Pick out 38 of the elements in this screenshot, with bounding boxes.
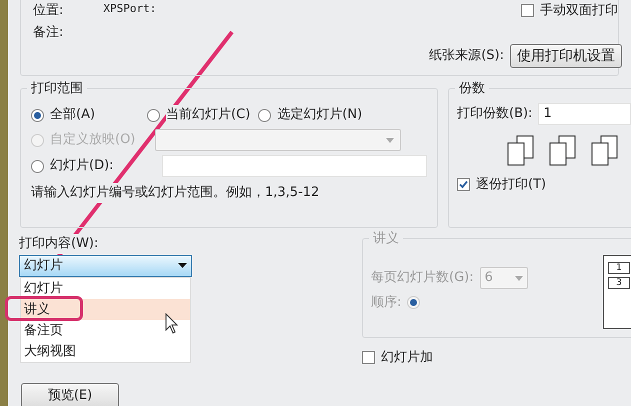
location-label: 位置: [33, 2, 64, 20]
radio-button[interactable] [258, 108, 272, 122]
paper-source-button[interactable]: 使用打印机设置 [510, 44, 622, 68]
collate-label: 逐份打印(T) [476, 176, 546, 194]
caret-icon [386, 138, 394, 142]
dropdown-option[interactable]: 讲义 [21, 298, 190, 320]
checkbox[interactable] [521, 4, 534, 18]
caret-icon [178, 263, 187, 268]
slide-range-input[interactable] [162, 155, 427, 177]
frame-checkbox-label: 幻灯片加 [381, 349, 433, 367]
preview-slide-number: 1 [608, 262, 630, 274]
dropdown-option[interactable]: 备注页 [21, 320, 190, 340]
order-label: 顺序: [371, 294, 402, 312]
checkbox[interactable] [457, 178, 470, 192]
copies-input[interactable]: 1 [538, 103, 631, 125]
radio-button[interactable] [31, 160, 44, 172]
per-page-label: 每页幻灯片数(G): [371, 269, 474, 288]
radio-button[interactable] [407, 296, 420, 310]
preview-button[interactable]: 预览(E) [21, 382, 119, 406]
collate-pages-icon [507, 135, 535, 167]
location-value: XPSPort: [103, 1, 156, 17]
copies-label: 打印份数(B): [457, 105, 532, 124]
duplex-label: 手动双面打印 [540, 2, 618, 20]
range-hint: 请输入幻灯片编号或幻灯片范围。例如，1,3,5-12 [31, 183, 320, 202]
dropdown-option[interactable]: 大纲视图 [21, 340, 190, 362]
collate-pages-icon [591, 135, 619, 167]
print-what-dropdown[interactable]: 幻灯片 [19, 254, 192, 276]
radio-button[interactable] [31, 108, 44, 122]
comment-label: 备注: [32, 24, 64, 42]
mouse-cursor-icon [165, 313, 179, 334]
dropdown-option[interactable]: 幻灯片 [21, 278, 190, 298]
radio-button[interactable] [147, 108, 160, 122]
print-what-label: 打印内容(W): [19, 234, 98, 254]
checkbox[interactable] [362, 351, 375, 364]
preview-slide-number: 3 [608, 277, 630, 289]
collate-pages-icon [549, 135, 577, 167]
paper-source-label: 纸张来源(S): [429, 47, 504, 66]
caret-icon [514, 276, 523, 280]
